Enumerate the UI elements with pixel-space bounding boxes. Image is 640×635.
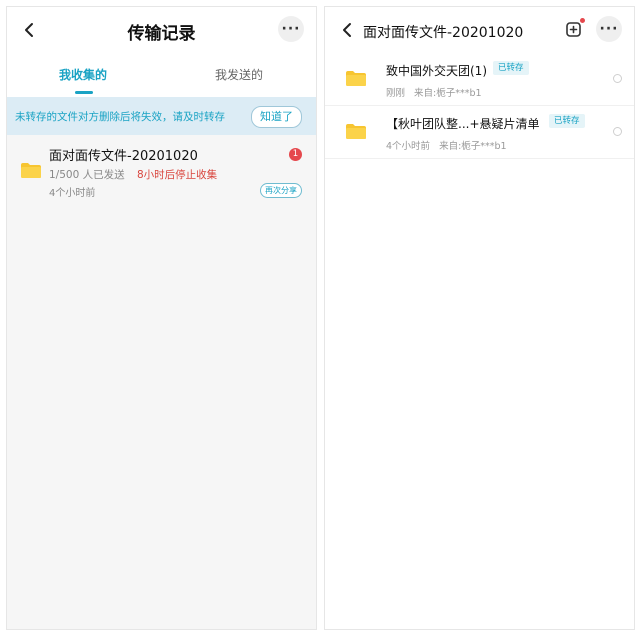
file-meta: 4个小时前 来自:栀子***b1 — [386, 138, 507, 152]
folder-icon — [20, 162, 42, 179]
unread-badge: 1 — [289, 148, 302, 161]
transfer-record-item[interactable]: 面对面传文件-20201020 1/500 人已发送 8小时后停止收集 4个小时… — [7, 135, 316, 205]
more-options-icon[interactable]: ··· — [278, 16, 304, 42]
file-row[interactable]: 【秋叶团队整...+悬疑片清单 已转存 4个小时前 来自:栀子***b1 — [325, 106, 634, 159]
file-time: 4个小时前 — [386, 141, 431, 152]
tab-collected[interactable]: 我收集的 — [59, 66, 107, 83]
saved-tag: 已转存 — [549, 114, 585, 128]
tab-sent[interactable]: 我发送的 — [215, 66, 263, 83]
reshare-button[interactable]: 再次分享 — [260, 183, 302, 198]
select-radio[interactable] — [613, 74, 622, 83]
file-name: 致中国外交天团(1) — [386, 64, 487, 78]
notice-banner: 未转存的文件对方删除后将失效，请及时转存 知道了 — [7, 97, 316, 135]
folder-detail-panel: 面对面传文件-20201020 ··· 致中国外交天团(1) 已转存 刚刚 来自… — [324, 6, 635, 630]
saved-tag: 已转存 — [493, 61, 529, 75]
top-bar: 传输记录 ··· — [7, 7, 316, 53]
record-deadline: 8小时后停止收集 — [137, 169, 218, 181]
tab-bar: 我收集的 我发送的 — [7, 53, 316, 97]
more-options-icon[interactable]: ··· — [596, 16, 622, 42]
select-radio[interactable] — [613, 127, 622, 136]
record-sent-count: 1/500 人已发送 — [49, 169, 125, 181]
back-icon[interactable] — [339, 21, 357, 39]
record-time: 4个小时前 — [49, 188, 96, 199]
page-title: 传输记录 — [127, 24, 196, 44]
top-bar: 面对面传文件-20201020 ··· — [325, 7, 634, 53]
notification-dot — [580, 18, 585, 23]
file-source: 来自:栀子***b1 — [439, 141, 507, 152]
file-source: 来自:栀子***b1 — [414, 88, 482, 99]
file-time: 刚刚 — [386, 88, 406, 99]
upload-icon[interactable] — [564, 18, 585, 39]
notice-dismiss-button[interactable]: 知道了 — [251, 106, 302, 128]
file-name: 【秋叶团队整...+悬疑片清单 — [386, 117, 540, 131]
file-meta: 刚刚 来自:栀子***b1 — [386, 85, 482, 99]
notice-text: 未转存的文件对方删除后将失效，请及时转存 — [15, 111, 225, 123]
file-row[interactable]: 致中国外交天团(1) 已转存 刚刚 来自:栀子***b1 — [325, 53, 634, 106]
folder-title: 面对面传文件-20201020 — [363, 25, 524, 41]
folder-icon — [345, 70, 367, 87]
record-name: 面对面传文件-20201020 — [49, 149, 198, 164]
transfer-records-panel: 传输记录 ··· 我收集的 我发送的 未转存的文件对方删除后将失效，请及时转存 … — [6, 6, 317, 630]
folder-icon — [345, 123, 367, 140]
active-tab-indicator — [75, 91, 93, 94]
